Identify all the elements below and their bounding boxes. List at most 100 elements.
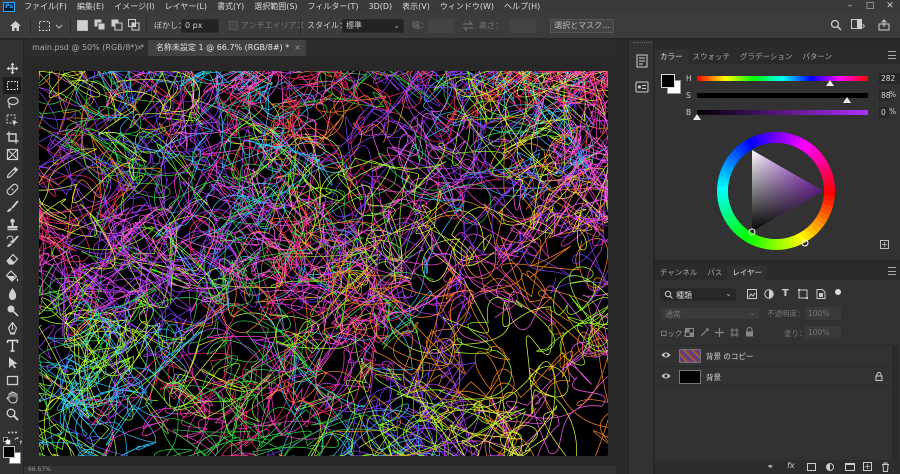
menu-view[interactable]: 表示(V) [397, 1, 435, 12]
visibility-eye-icon[interactable] [661, 372, 671, 383]
lock-artboard-icon[interactable] [730, 328, 739, 340]
layer-row-background[interactable]: 背景 [655, 366, 891, 386]
antialias-checkbox[interactable] [229, 21, 238, 30]
healing-brush-tool-icon[interactable] [3, 181, 21, 198]
history-brush-tool-icon[interactable] [3, 233, 21, 250]
rectangular-marquee-tool-icon[interactable] [3, 77, 21, 94]
blend-mode-select[interactable]: 通常 ⌄ [660, 307, 760, 320]
menu-type[interactable]: 書式(Y) [212, 1, 249, 12]
visibility-eye-icon[interactable] [661, 351, 671, 362]
layers-scrollbar[interactable] [892, 345, 899, 460]
panel-menu-icon[interactable] [888, 51, 896, 59]
saturation-value-input[interactable]: 88 [879, 90, 891, 101]
paint-bucket-tool-icon[interactable] [3, 268, 21, 285]
menu-edit[interactable]: 編集(E) [72, 1, 109, 12]
marquee-preset-picker[interactable] [38, 19, 66, 33]
brightness-slider-track[interactable] [697, 110, 868, 115]
menu-select[interactable]: 選択範囲(S) [249, 1, 302, 12]
opacity-input[interactable]: 100% [805, 307, 841, 320]
select-and-mask-button[interactable]: 選択とマスク... [550, 19, 614, 33]
default-colors-icon[interactable] [3, 437, 11, 445]
foreground-color-swatch[interactable] [3, 446, 15, 458]
brush-tool-icon[interactable] [3, 198, 21, 215]
filter-shape-icon[interactable] [798, 289, 808, 302]
saturation-slider-thumb[interactable] [843, 97, 852, 103]
properties-panel-icon[interactable] [635, 80, 649, 94]
hue-slider-track[interactable] [697, 76, 868, 81]
layer-kind-filter[interactable]: 種類 ⌄ [660, 288, 736, 301]
lock-transparent-icon[interactable] [685, 328, 694, 340]
lock-all-icon[interactable] [745, 327, 754, 340]
document-tab-main[interactable]: main.psd @ 50% (RGB/8*) * × [24, 40, 148, 56]
menu-filter[interactable]: フィルター(T) [303, 1, 364, 12]
minimize-icon[interactable]: – [842, 0, 858, 13]
workspace-icon[interactable] [851, 19, 866, 33]
zoom-readout[interactable]: 66.67% [28, 466, 51, 473]
strip-grip[interactable] [633, 42, 651, 45]
filter-adjustment-icon[interactable] [764, 289, 774, 302]
tab-gradients[interactable]: グラデーション [735, 50, 797, 64]
layer-style-icon[interactable]: fx [787, 461, 795, 470]
menu-file[interactable]: ファイル(F) [19, 1, 72, 12]
height-input[interactable] [510, 19, 536, 33]
fill-input[interactable]: 100% [805, 326, 841, 339]
move-tool-icon[interactable] [3, 60, 21, 77]
eyedropper-tool-icon[interactable] [3, 164, 21, 181]
feather-input[interactable]: 0 px [181, 19, 219, 33]
hue-value-input[interactable]: 282 [879, 73, 900, 84]
lock-position-icon[interactable] [715, 328, 724, 340]
delete-layer-icon[interactable] [881, 462, 890, 474]
type-tool-icon[interactable] [3, 337, 21, 354]
new-selection-icon[interactable] [77, 20, 88, 31]
tab-layers[interactable]: レイヤー [727, 266, 768, 280]
clone-stamp-tool-icon[interactable] [3, 216, 21, 233]
menu-3d[interactable]: 3D(D) [364, 2, 398, 11]
link-layers-icon[interactable]: ⚭ [767, 462, 774, 471]
filter-pixel-icon[interactable] [747, 289, 757, 302]
close-icon[interactable]: ✕ [882, 0, 898, 13]
tab-channels[interactable]: チャンネル [655, 266, 702, 280]
new-adjustment-icon[interactable] [826, 463, 834, 471]
subtract-from-selection-icon[interactable] [111, 19, 123, 33]
swap-colors-icon[interactable] [14, 436, 23, 445]
saturation-slider-track[interactable] [697, 93, 868, 98]
panel-menu-icon[interactable] [888, 267, 896, 275]
eraser-tool-icon[interactable] [3, 250, 21, 267]
hand-tool-icon[interactable] [3, 389, 21, 406]
new-group-icon[interactable] [845, 463, 855, 471]
frame-tool-icon[interactable] [3, 146, 21, 163]
layer-name[interactable]: 背景 [706, 372, 721, 383]
close-tab-icon[interactable]: × [294, 40, 301, 56]
layer-row-copy[interactable]: 背景 のコピー [655, 345, 891, 365]
pen-tool-icon[interactable] [3, 320, 21, 337]
add-mask-icon[interactable] [807, 463, 816, 471]
share-icon[interactable] [878, 19, 892, 33]
new-layer-icon[interactable]: + [863, 462, 872, 471]
expand-panel-icon[interactable]: + [880, 240, 889, 249]
filter-type-icon[interactable]: T [782, 288, 789, 299]
tab-color[interactable]: カラー [655, 50, 688, 64]
zoom-tool-icon[interactable] [3, 406, 21, 423]
photoshop-logo-icon[interactable]: Ps [3, 1, 15, 12]
layer-name[interactable]: 背景 のコピー [706, 351, 753, 362]
width-input[interactable] [428, 19, 454, 33]
filter-smart-object-icon[interactable] [816, 289, 826, 302]
tab-swatches[interactable]: スウォッチ [688, 50, 736, 64]
home-icon[interactable] [9, 19, 23, 33]
dodge-tool-icon[interactable] [3, 302, 21, 319]
filter-toggle-icon[interactable] [835, 289, 841, 295]
search-icon[interactable] [830, 19, 842, 33]
lock-pixels-icon[interactable] [700, 328, 709, 340]
layer-lock-icon[interactable] [875, 372, 883, 384]
lasso-tool-icon[interactable] [3, 94, 21, 111]
history-panel-icon[interactable] [635, 54, 649, 68]
swap-width-height-icon[interactable] [461, 19, 475, 33]
maximize-icon[interactable]: □ [862, 0, 878, 13]
style-select[interactable]: 標準 ⌄ [342, 19, 404, 33]
menu-image[interactable]: イメージ(I) [109, 1, 159, 12]
menu-help[interactable]: ヘルプ(H) [499, 1, 545, 12]
canvas-area[interactable] [24, 56, 616, 474]
hue-slider-thumb[interactable] [826, 80, 835, 86]
tab-paths[interactable]: パス [702, 266, 727, 280]
add-to-selection-icon[interactable] [94, 19, 106, 33]
